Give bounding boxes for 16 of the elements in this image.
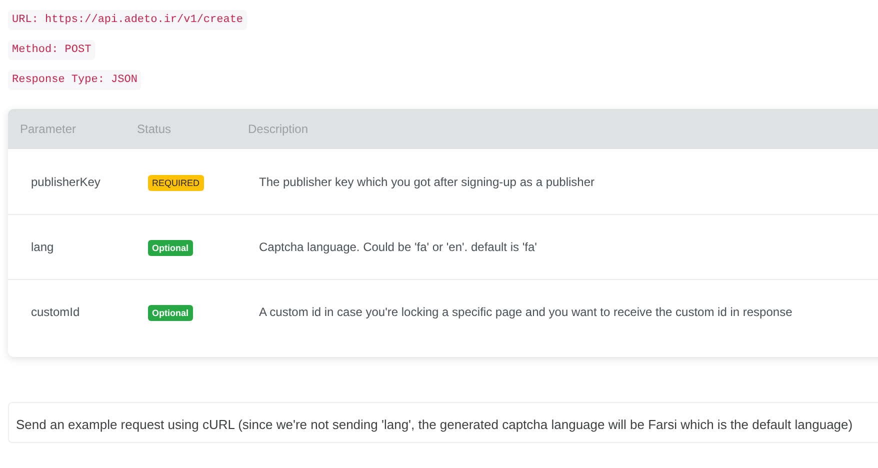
code-snippet: Response Type: JSON [8, 70, 142, 90]
status-badge: Optional [148, 240, 192, 256]
parameter-description: Captcha language. Could be 'fa' or 'en'. default is 'fa' [259, 239, 538, 256]
code-snippet: Method: POST [8, 40, 96, 60]
parameter-description: A custom id in case you're locking a specific page and you want to receive the custom id in response [259, 304, 794, 321]
code-snippet: URL: https://api.adeto.ir/v1/create [8, 10, 248, 30]
status-badge: REQUIRED [148, 174, 204, 190]
parameter-description: The publisher key which you got after signing-up as a publisher [259, 174, 596, 190]
column-header: Status [137, 121, 172, 138]
note-text: Send an example request using cURL (since we're not sending 'lang', the generated captcha language will be Farsi which is the default language) [16, 416, 854, 434]
column-header: Parameter [20, 121, 78, 138]
parameter-name: publisherKey [31, 174, 102, 190]
column-header: Description [248, 121, 310, 138]
status-badge: Optional [148, 305, 192, 321]
parameter-name: lang [31, 239, 55, 256]
parameter-name: customId [31, 304, 81, 321]
